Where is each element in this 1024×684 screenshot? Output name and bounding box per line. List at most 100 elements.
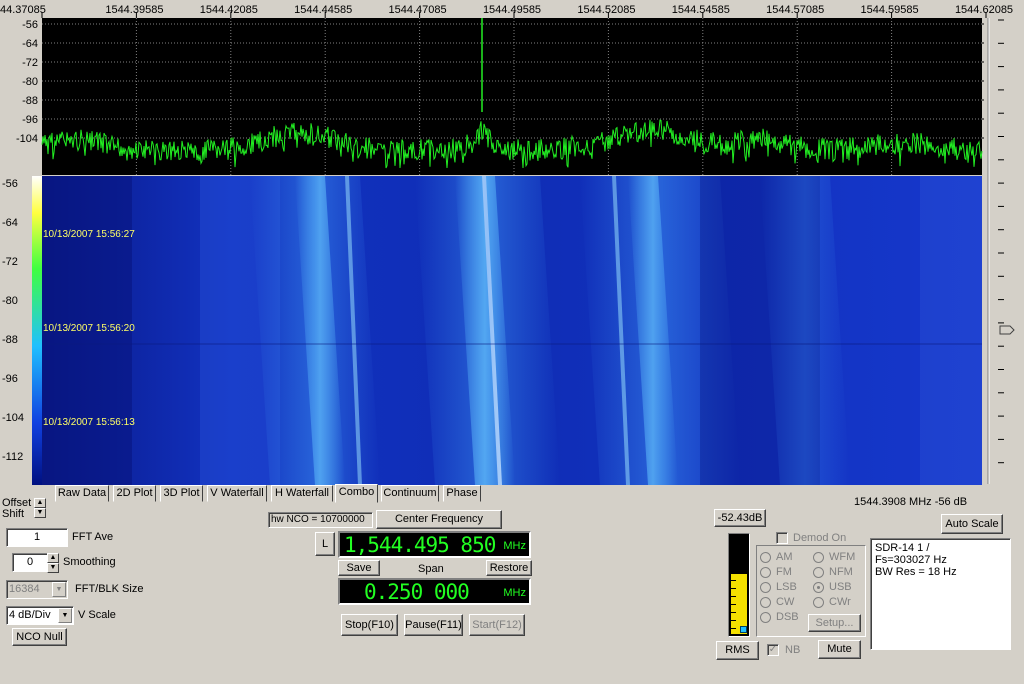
demod-setup-button[interactable]: Setup...: [808, 614, 861, 632]
nb-checkbox[interactable]: ✓: [767, 644, 779, 656]
demod-label-am: AM: [776, 551, 793, 563]
offset-down-arrow[interactable]: ▼: [34, 508, 46, 518]
fft-ave-input[interactable]: 1: [6, 528, 68, 547]
tab-raw-data[interactable]: Raw Data: [55, 485, 109, 502]
nco-null-button[interactable]: NCO Null: [12, 628, 67, 646]
hw-nco-readout: hw NCO = 10700000: [268, 512, 373, 528]
tab-3d-plot[interactable]: 3D Plot: [160, 485, 203, 502]
l-button[interactable]: L: [315, 532, 335, 556]
freq-tick-label: 1544.62085: [955, 4, 1013, 16]
center-frequency-button[interactable]: Center Frequency: [376, 510, 502, 529]
waterfall-timestamp: 10/13/2007 15:56:27: [43, 229, 135, 240]
db-tick-label: -80: [22, 76, 38, 88]
demod-radio-usb[interactable]: [813, 582, 824, 593]
db-tick-label: -96: [22, 114, 38, 126]
mute-button[interactable]: Mute: [818, 640, 861, 659]
level-db-readout: -52.43dB: [714, 509, 766, 527]
db-tick-label: -64: [22, 38, 38, 50]
tab-combo[interactable]: Combo: [335, 484, 378, 503]
stop-button[interactable]: Stop(F10): [341, 614, 398, 636]
info-line: BW Res = 18 Hz: [875, 566, 957, 578]
fft-ave-label: FFT Ave: [72, 531, 114, 543]
start-button[interactable]: Start(F12): [469, 614, 525, 636]
restore-button[interactable]: Restore: [486, 560, 532, 576]
color-scale-bar: [32, 176, 42, 485]
freq-tick-label: 44.37085: [0, 4, 46, 16]
level-slider-thumb[interactable]: [999, 325, 1015, 335]
db-tick-label: -104: [16, 133, 38, 145]
db-tick-label: -72: [22, 57, 38, 69]
freq-tick-label: 1544.49585: [483, 4, 541, 16]
spectrum-display[interactable]: 44.37085 1544.39585 1544.42085 1544.44585 15…: [0, 0, 1024, 488]
tab-2d-plot[interactable]: 2D Plot: [113, 485, 156, 502]
smoothing-up-arrow[interactable]: ▲: [47, 553, 59, 563]
demod-label-lsb: LSB: [776, 581, 797, 593]
auto-scale-button[interactable]: Auto Scale: [941, 514, 1003, 534]
waterfall-db-label: -64: [2, 217, 18, 229]
nb-label: NB: [785, 644, 801, 656]
tab-continuum[interactable]: Continuum: [381, 485, 439, 502]
waterfall-timestamp: 10/13/2007 15:56:20: [43, 323, 135, 334]
waterfall-db-label: -104: [2, 412, 24, 424]
smoothing-down-arrow[interactable]: ▼: [47, 563, 59, 573]
demod-label-dsb: DSB: [776, 611, 799, 623]
waterfall-db-label: -56: [2, 178, 18, 190]
db-tick-label: -88: [22, 95, 38, 107]
demod-label-cw: CW: [776, 596, 795, 608]
freq-tick-label: 1544.42085: [200, 4, 258, 16]
offset-up-arrow[interactable]: ▲: [34, 498, 46, 508]
demod-on-checkbox[interactable]: [776, 532, 788, 544]
chevron-down-icon[interactable]: ▼: [52, 582, 66, 597]
tab-phase[interactable]: Phase: [443, 485, 481, 502]
span-label: Span: [418, 563, 444, 575]
vscale-select[interactable]: 4 dB/Div ▼: [6, 606, 74, 625]
db-tick-label: -56: [22, 19, 38, 31]
freq-tick-label: 1544.59585: [861, 4, 919, 16]
tab-v-waterfall[interactable]: V Waterfall: [207, 485, 267, 502]
level-meter: [728, 533, 750, 637]
smoothing-label: Smoothing: [63, 556, 116, 568]
demod-radio-fm[interactable]: [760, 567, 771, 578]
demod-radio-cwr[interactable]: [813, 597, 824, 608]
span-value: 0.250 000: [364, 580, 470, 604]
demod-radio-cw[interactable]: [760, 597, 771, 608]
freq-tick-label: 1544.47085: [389, 4, 447, 16]
demod-radio-wfm[interactable]: [813, 552, 824, 563]
demod-radio-am[interactable]: [760, 552, 771, 563]
waterfall-db-label: -88: [2, 334, 18, 346]
demod-label-wfm: WFM: [829, 551, 856, 563]
waterfall-db-label: -72: [2, 256, 18, 268]
smoothing-input[interactable]: 0: [12, 553, 48, 572]
vscale-label: V Scale: [78, 609, 116, 621]
rms-button[interactable]: RMS: [716, 641, 759, 660]
demod-radio-lsb[interactable]: [760, 582, 771, 593]
shift-label: Shift: [2, 508, 25, 520]
demod-radio-nfm[interactable]: [813, 567, 824, 578]
demod-label-usb: USB: [829, 581, 852, 593]
tab-h-waterfall[interactable]: H Waterfall: [271, 485, 333, 502]
meter-marker: [740, 626, 747, 633]
save-button[interactable]: Save: [338, 560, 380, 576]
demod-label-nfm: NFM: [829, 566, 853, 578]
center-frequency-display[interactable]: 1,544.495 850 MHz: [338, 531, 531, 558]
freq-tick-label: 1544.52085: [577, 4, 635, 16]
span-unit: MHz: [503, 587, 526, 599]
info-box: SDR-14 1 / Fs=303027 Hz BW Res = 18 Hz: [870, 538, 1011, 650]
demod-label-cwr: CWr: [829, 596, 851, 608]
freq-tick-label: 1544.57085: [766, 4, 824, 16]
center-frequency-value: 1,544.495 850: [344, 533, 496, 557]
waterfall-timestamp: 10/13/2007 15:56:13: [43, 417, 135, 428]
fft-blk-label: FFT/BLK Size: [75, 583, 144, 595]
vscale-value: 4 dB/Div: [9, 609, 51, 621]
info-line: Fs=303027 Hz: [875, 554, 947, 566]
span-display[interactable]: 0.250 000 MHz: [338, 578, 531, 605]
freq-tick-label: 1544.44585: [294, 4, 352, 16]
chevron-down-icon[interactable]: ▼: [58, 608, 72, 623]
waterfall-db-label: -96: [2, 373, 18, 385]
demod-radio-dsb[interactable]: [760, 612, 771, 623]
fft-blk-value: 16384: [9, 583, 40, 595]
waterfall-db-label: -80: [2, 295, 18, 307]
pause-button[interactable]: Pause(F11): [404, 614, 463, 636]
info-line: SDR-14 1 /: [875, 542, 930, 554]
fft-blk-select[interactable]: 16384 ▼: [6, 580, 68, 599]
